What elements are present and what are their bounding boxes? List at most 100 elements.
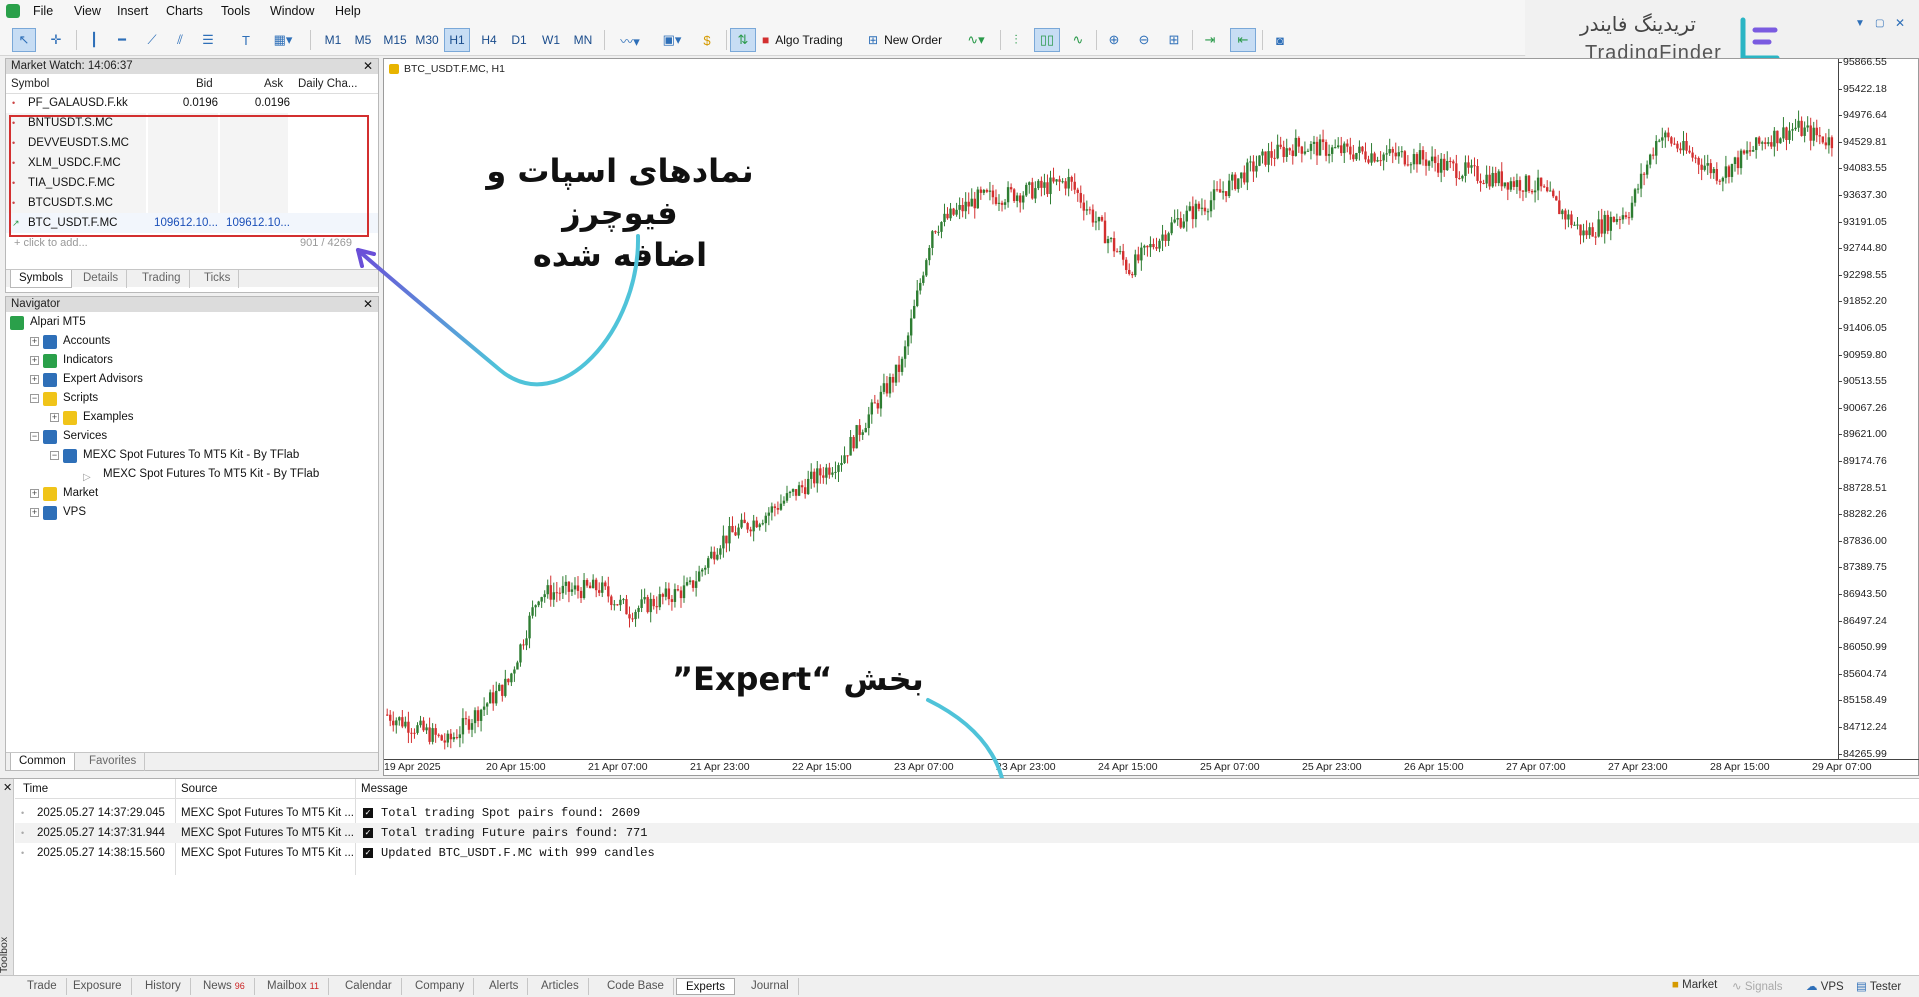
expand-icon[interactable]: + <box>30 375 39 384</box>
tab-mailbox[interactable]: Mailbox 11 <box>258 978 329 995</box>
expand-icon[interactable]: − <box>30 394 39 403</box>
vertical-line-icon[interactable]: ┃ <box>82 28 106 52</box>
tab-common[interactable]: Common <box>10 753 75 771</box>
timeframe-m1[interactable]: M1 <box>320 28 346 52</box>
expand-icon[interactable]: + <box>30 337 39 346</box>
navigator-item-services[interactable]: − Services <box>10 427 376 446</box>
tab-alerts[interactable]: Alerts <box>480 978 529 995</box>
zoom-out-icon[interactable]: ⊖ <box>1132 28 1156 52</box>
market-status-button[interactable]: ■ Market <box>1672 979 1717 991</box>
col-time[interactable]: Time <box>23 783 48 795</box>
bar-chart-icon[interactable]: ⫶ <box>1004 28 1028 52</box>
tab-favorites[interactable]: Favorites <box>81 753 146 771</box>
timeframe-m5[interactable]: M5 <box>350 28 376 52</box>
expand-icon[interactable]: + <box>30 508 39 517</box>
navigator-item-expert-advisors[interactable]: + Expert Advisors <box>10 370 376 389</box>
navigator-item-alpari-mt5[interactable]: Alpari MT5 <box>10 313 376 332</box>
log-row[interactable]: • 2025.05.27 14:37:31.944 MEXC Spot Future… <box>15 823 1919 843</box>
menu-help[interactable]: Help <box>335 4 361 18</box>
window-minimize-icon[interactable]: ▼ <box>1855 18 1865 29</box>
trendline-icon[interactable]: ⟋ <box>140 28 164 52</box>
expand-icon[interactable]: + <box>50 413 59 422</box>
col-symbol[interactable]: Symbol <box>11 78 49 90</box>
menu-insert[interactable]: Insert <box>117 4 148 18</box>
grid-icon[interactable]: ⊞ <box>1162 28 1186 52</box>
dollar-icon[interactable]: $ <box>696 28 718 52</box>
chart-type-icon[interactable]: 〰▾ <box>612 28 648 52</box>
shapes-dropdown-icon[interactable]: ▦▾ <box>264 28 302 52</box>
col-bid[interactable]: Bid <box>196 78 213 90</box>
tab-trade[interactable]: Trade <box>18 978 67 995</box>
timeframe-d1[interactable]: D1 <box>506 28 532 52</box>
text-tool-icon[interactable]: T <box>234 28 258 52</box>
tab-history[interactable]: History <box>136 978 191 995</box>
menu-file[interactable]: File <box>33 4 53 18</box>
tab-news[interactable]: News 96 <box>194 978 255 995</box>
window-close-icon[interactable]: ✕ <box>1895 16 1905 30</box>
autoscroll-icon[interactable]: ⇥ <box>1198 28 1222 52</box>
menu-view[interactable]: View <box>74 4 101 18</box>
one-click-trading-icon[interactable]: ⇅ <box>730 28 756 52</box>
timeframe-m15[interactable]: M15 <box>380 28 410 52</box>
tab-exposure[interactable]: Exposure <box>64 978 132 995</box>
line-chart-icon[interactable]: ∿ <box>1066 28 1090 52</box>
tester-status-button[interactable]: ▤ Tester <box>1856 979 1901 993</box>
zoom-in-icon[interactable]: ⊕ <box>1102 28 1126 52</box>
menu-charts[interactable]: Charts <box>166 4 203 18</box>
col-message[interactable]: Message <box>361 783 408 795</box>
channel-icon[interactable]: ⫽ <box>168 28 192 52</box>
window-restore-icon[interactable]: ▢ <box>1875 18 1884 29</box>
cursor-tool-icon[interactable]: ↖ <box>12 28 36 52</box>
tab-details[interactable]: Details <box>75 270 128 288</box>
expand-icon[interactable]: − <box>50 451 59 460</box>
timeframe-h1[interactable]: H1 <box>444 28 470 52</box>
navigator-item-vps[interactable]: + VPS <box>10 503 376 522</box>
horizontal-line-icon[interactable]: ━ <box>110 28 134 52</box>
tab-calendar[interactable]: Calendar <box>336 978 402 995</box>
expand-icon[interactable]: + <box>30 489 39 498</box>
signals-dropdown-icon[interactable]: ∿▾ <box>958 28 994 52</box>
navigator-item-indicators[interactable]: + Indicators <box>10 351 376 370</box>
tab-symbols[interactable]: Symbols <box>10 270 73 288</box>
tab-code-base[interactable]: Code Base <box>598 978 674 995</box>
tab-company[interactable]: Company <box>406 978 475 995</box>
timeframe-m30[interactable]: M30 <box>412 28 442 52</box>
tab-experts[interactable]: Experts <box>676 978 735 995</box>
navigator-item-scripts[interactable]: − Scripts <box>10 389 376 408</box>
col-ask[interactable]: Ask <box>264 78 283 90</box>
market-watch-row[interactable]: • PF_GALAUSD.F.kk 0.0196 0.0196 <box>6 93 378 113</box>
screenshot-icon[interactable]: ◙ <box>1268 28 1292 52</box>
close-icon[interactable]: ✕ <box>3 781 12 794</box>
navigator-item-mexc-spot-futures-to-mt5-kit-by-tflab[interactable]: − MEXC Spot Futures To MT5 Kit - By TFlab <box>10 446 376 465</box>
timeframe-h4[interactable]: H4 <box>476 28 502 52</box>
algo-trading-button[interactable]: ■ Algo Trading <box>762 28 874 52</box>
close-icon[interactable]: ✕ <box>363 59 373 73</box>
expand-icon[interactable]: + <box>30 356 39 365</box>
tab-journal[interactable]: Journal <box>742 978 799 995</box>
col-source[interactable]: Source <box>181 783 217 795</box>
close-icon[interactable]: ✕ <box>363 297 373 311</box>
tab-articles[interactable]: Articles <box>532 978 589 995</box>
tab-trading[interactable]: Trading <box>134 270 190 288</box>
templates-icon[interactable]: ▣▾ <box>654 28 690 52</box>
new-order-button[interactable]: ⊞ New Order <box>868 28 968 52</box>
candlestick-icon[interactable]: ▯▯ <box>1034 28 1060 52</box>
log-row[interactable]: • 2025.05.27 14:38:15.560 MEXC Spot Future… <box>15 843 1919 863</box>
expand-icon[interactable]: − <box>30 432 39 441</box>
add-symbol-input[interactable]: + click to add... <box>14 237 88 249</box>
crosshair-icon[interactable]: ✛ <box>44 28 68 52</box>
chart-shift-icon[interactable]: ⇤ <box>1230 28 1256 52</box>
log-row[interactable]: • 2025.05.27 14:37:29.045 MEXC Spot Future… <box>15 803 1919 823</box>
navigator-item-market[interactable]: + Market <box>10 484 376 503</box>
col-daily-change[interactable]: Daily Cha... <box>298 78 357 90</box>
navigator-item-mexc-spot-futures-to-mt5-kit-by-tflab[interactable]: ▷ MEXC Spot Futures To MT5 Kit - By TFlab <box>10 465 376 484</box>
tab-ticks[interactable]: Ticks <box>196 270 240 288</box>
signals-status-button[interactable]: ∿ Signals <box>1732 979 1783 993</box>
menu-tools[interactable]: Tools <box>221 4 250 18</box>
navigator-item-accounts[interactable]: + Accounts <box>10 332 376 351</box>
menu-window[interactable]: Window <box>270 4 314 18</box>
vps-status-button[interactable]: ☁ VPS <box>1806 979 1844 993</box>
timeframe-mn[interactable]: MN <box>568 28 598 52</box>
timeframe-w1[interactable]: W1 <box>538 28 564 52</box>
navigator-item-examples[interactable]: + Examples <box>10 408 376 427</box>
